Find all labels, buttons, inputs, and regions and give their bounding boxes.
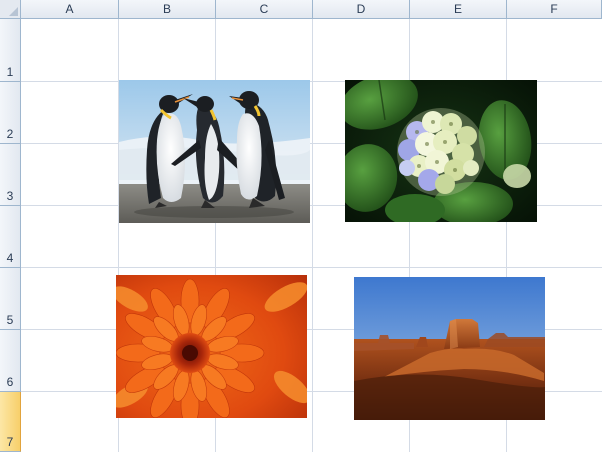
row-header-1-label: 1: [6, 65, 14, 79]
column-header-b[interactable]: B: [119, 0, 216, 19]
desert-picture[interactable]: [354, 277, 545, 420]
gridline-col-d: [312, 19, 313, 452]
row-header-5-label: 5: [6, 313, 14, 327]
row-header-3[interactable]: 3: [0, 144, 21, 206]
hydrangea-picture[interactable]: [345, 80, 537, 222]
chrysanthemum-picture[interactable]: [116, 275, 307, 418]
column-header-c[interactable]: C: [216, 0, 313, 19]
row-header-6[interactable]: 6: [0, 330, 21, 392]
row-header-4-label: 4: [6, 251, 14, 265]
row-header-6-label: 6: [6, 375, 14, 389]
row-header-2[interactable]: 2: [0, 82, 21, 144]
spreadsheet: A B C D E F 1 2 3 4 5 6 7: [0, 0, 602, 452]
row-header-2-label: 2: [6, 127, 14, 141]
row-header-7[interactable]: 7: [0, 392, 21, 452]
row-header-4[interactable]: 4: [0, 206, 21, 268]
row-header-3-label: 3: [6, 189, 14, 203]
column-header-a[interactable]: A: [21, 0, 119, 19]
penguins-picture[interactable]: [119, 80, 310, 223]
row-header-7-label: 7: [6, 435, 14, 449]
gridline-row-4: [21, 267, 602, 268]
row-header-5[interactable]: 5: [0, 268, 21, 330]
column-header-e[interactable]: E: [410, 0, 507, 19]
column-header-f[interactable]: F: [507, 0, 602, 19]
select-all-button[interactable]: [0, 0, 21, 19]
row-header-1[interactable]: 1: [0, 19, 21, 82]
column-header-d[interactable]: D: [313, 0, 410, 19]
